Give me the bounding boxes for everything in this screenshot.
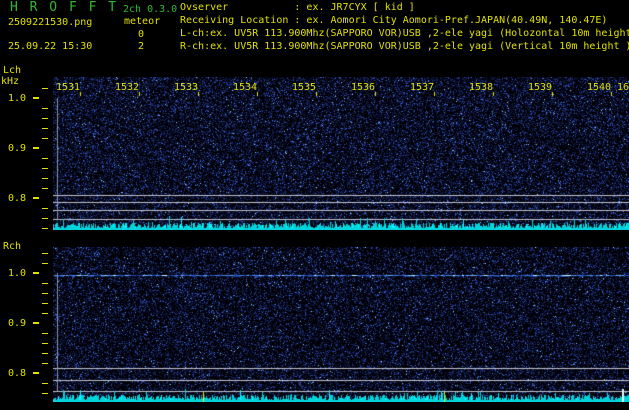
freq-minor-tick [42, 393, 48, 394]
freq-minor-tick [42, 353, 48, 354]
time-minute-label: 1535 [292, 82, 317, 93]
hrofft-screen: H R O F F T 2ch 0.3.0 2509221530.png met… [0, 0, 629, 410]
datetime-label: 25.09.22 15:30 [8, 41, 93, 52]
freq-tick-label: 0.8 [8, 193, 27, 204]
freq-major-tick [33, 372, 39, 374]
freq-minor-tick [42, 208, 48, 209]
freq-minor-tick [42, 188, 48, 189]
meteor-count-lch: 0 [138, 29, 145, 40]
freq-major-tick [33, 147, 39, 149]
freq-minor-tick [42, 118, 48, 119]
freq-major-tick [33, 197, 39, 199]
freq-minor-tick [42, 383, 48, 384]
freq-minor-tick [42, 128, 48, 129]
observer-info-line: Ovserver : ex. JR7CYX [ kid ] [180, 2, 415, 13]
freq-tick-label: 1.0 [8, 268, 27, 279]
freq-minor-tick [42, 313, 48, 314]
location-info-line: Receiving Location : ex. Aomori City Aom… [180, 15, 608, 26]
app-title: H R O F F T [10, 0, 119, 15]
time-minute-label: 1533 [174, 82, 199, 93]
freq-major-tick [33, 97, 39, 99]
time-minute-label: 1531 [56, 82, 81, 93]
freq-minor-tick [42, 158, 48, 159]
time-minute-label: 1539 [528, 82, 553, 93]
meteor-count-label: meteor [124, 16, 161, 27]
freq-minor-tick [42, 263, 48, 264]
khz-unit-label: kHz [1, 76, 20, 87]
freq-minor-tick [42, 343, 48, 344]
freq-minor-tick [42, 168, 48, 169]
lch-rig-info-line: L-ch:ex. UV5R 113.900Mhz(SAPPORO VOR)USB… [180, 28, 629, 39]
freq-minor-tick [42, 88, 48, 89]
freq-tick-label: 0.9 [8, 143, 27, 154]
freq-minor-tick [42, 333, 48, 334]
rch-spectrogram-panel [53, 247, 629, 402]
freq-minor-tick [42, 303, 48, 304]
rch-rig-info-line: R-ch:ex. UV5R 113.900Mhz(SAPPORO VOR)USB… [180, 41, 629, 52]
freq-major-tick [33, 272, 39, 274]
meteor-count-rch: 2 [138, 41, 145, 52]
time-minute-label: 1532 [115, 82, 140, 93]
freq-major-tick [33, 322, 39, 324]
freq-minor-tick [42, 363, 48, 364]
freq-minor-tick [42, 218, 48, 219]
time-minute-label: 1534 [233, 82, 258, 93]
time-minute-label-partial: 16 [617, 82, 629, 93]
time-minute-label: 1540 [587, 82, 612, 93]
lch-spectrogram-panel [53, 77, 629, 230]
freq-minor-tick [42, 138, 48, 139]
freq-minor-tick [42, 253, 48, 254]
freq-tick-label: 0.9 [8, 318, 27, 329]
freq-tick-label: 0.8 [8, 368, 27, 379]
version-label: 2ch 0.3.0 [123, 4, 178, 15]
freq-minor-tick [42, 293, 48, 294]
output-filename: 2509221530.png [8, 17, 93, 28]
freq-minor-tick [42, 228, 48, 229]
freq-minor-tick [42, 108, 48, 109]
time-minute-label: 1537 [410, 82, 435, 93]
rch-axis-label: Rch [3, 241, 22, 252]
freq-minor-tick [42, 283, 48, 284]
lch-axis-label: Lch [3, 65, 22, 76]
freq-minor-tick [42, 178, 48, 179]
freq-tick-label: 1.0 [8, 93, 27, 104]
time-minute-label: 1536 [351, 82, 376, 93]
time-minute-label: 1538 [469, 82, 494, 93]
